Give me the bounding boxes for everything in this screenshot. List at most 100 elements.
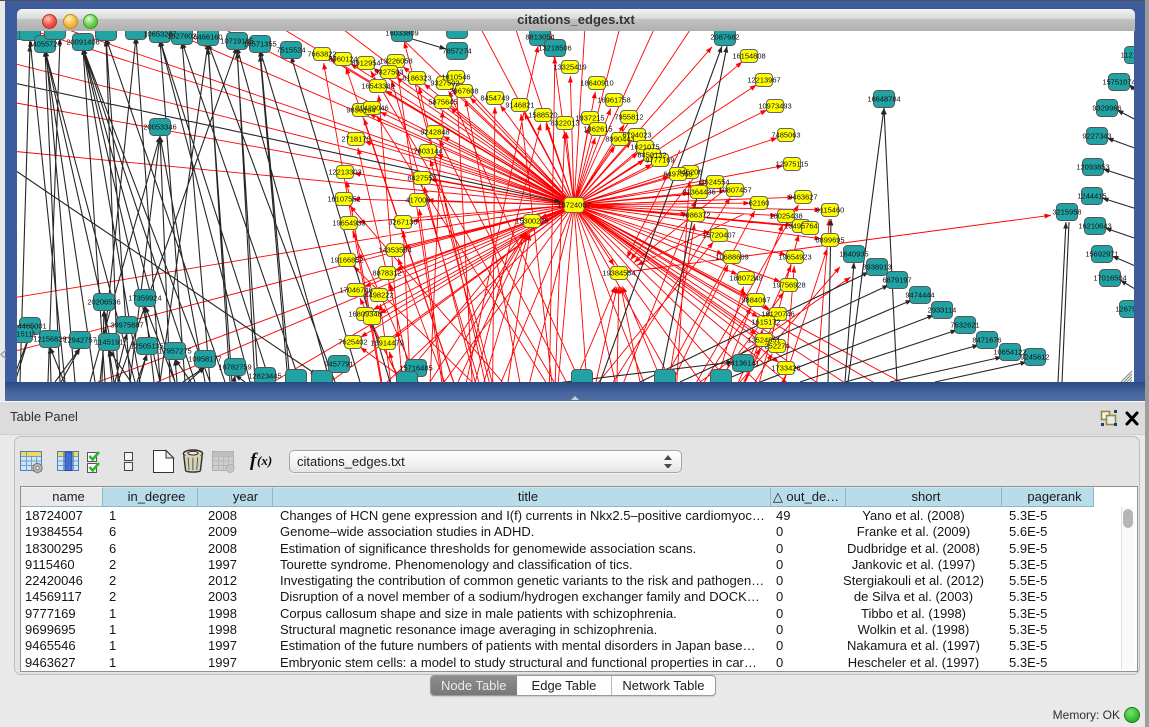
svg-text:8878312: 8878312	[372, 269, 401, 278]
svg-text:12975115: 12975115	[776, 160, 809, 169]
svg-text:6497568: 6497568	[663, 170, 692, 179]
svg-text:13226058: 13226058	[379, 57, 412, 66]
svg-text:12213303: 12213303	[328, 168, 361, 177]
svg-text:16961758: 16961758	[597, 96, 630, 105]
svg-text:15300275: 15300275	[515, 217, 548, 226]
svg-text:9777169: 9777169	[645, 156, 674, 165]
svg-text:10025438: 10025438	[769, 212, 802, 221]
svg-text:9115460: 9115460	[816, 206, 845, 215]
svg-text:18807249: 18807249	[729, 274, 762, 283]
svg-text:16571355: 16571355	[243, 40, 276, 49]
svg-text:7803144: 7803144	[413, 147, 442, 156]
svg-text:3267130: 3267130	[388, 218, 417, 227]
svg-text:9245612: 9245612	[1020, 353, 1049, 362]
svg-text:15692971: 15692971	[1085, 250, 1118, 259]
svg-text:1121218: 1121218	[1121, 51, 1134, 60]
svg-text:21420046: 21420046	[355, 104, 388, 113]
svg-text:16210643: 16210643	[1078, 222, 1111, 231]
svg-text:13495764: 13495764	[784, 222, 817, 231]
svg-text:1267531: 1267531	[1115, 305, 1134, 314]
svg-text:7632621: 7632621	[950, 321, 979, 330]
svg-text:14353594: 14353594	[378, 246, 411, 255]
svg-text:6899695: 6899695	[815, 236, 844, 245]
svg-text:12213967: 12213967	[747, 76, 780, 85]
svg-text:16543382: 16543382	[361, 82, 394, 91]
svg-text:7857274: 7857274	[442, 47, 471, 56]
svg-text:12093853: 12093853	[1076, 163, 1109, 172]
svg-text:10958177: 10958177	[188, 355, 221, 364]
svg-text:9146821: 9146821	[505, 101, 534, 110]
svg-text:12156829: 12156829	[33, 335, 66, 344]
svg-text:7625402: 7625402	[338, 338, 367, 347]
svg-text:8938913: 8938913	[862, 263, 891, 272]
svg-text:7986372: 7986372	[681, 211, 710, 220]
svg-text:2967608: 2967608	[449, 87, 478, 96]
svg-text:7485063: 7485063	[771, 131, 800, 140]
svg-text:7955812: 7955812	[614, 113, 643, 122]
svg-text:18724007: 18724007	[557, 201, 590, 210]
svg-text:10688609: 10688609	[715, 253, 748, 262]
svg-text:1244415: 1244415	[1077, 192, 1106, 201]
svg-text:10807457: 10807457	[718, 186, 751, 195]
svg-text:6466160: 6466160	[193, 33, 222, 42]
svg-text:16782759: 16782759	[218, 363, 251, 372]
svg-text:1615172: 1615172	[751, 318, 780, 327]
svg-text:19654933: 19654933	[332, 219, 365, 228]
svg-text:17016504: 17016504	[1093, 274, 1126, 283]
svg-text:8427552: 8427552	[407, 174, 436, 183]
svg-text:24055724: 24055724	[28, 40, 61, 49]
svg-text:2087682: 2087682	[710, 33, 739, 42]
svg-text:1527602: 1527602	[167, 32, 196, 41]
svg-text:19384554: 19384554	[602, 269, 635, 278]
svg-text:19654923: 19654923	[778, 253, 811, 262]
svg-text:13218506: 13218506	[538, 44, 571, 53]
svg-text:9474444: 9474444	[905, 291, 934, 300]
svg-text:13325419: 13325419	[553, 63, 586, 72]
svg-text:1810546: 1810546	[441, 73, 470, 82]
svg-text:9463627: 9463627	[788, 193, 817, 202]
svg-text:8912954: 8912954	[351, 59, 380, 68]
svg-text:8471676: 8471676	[972, 336, 1001, 345]
svg-text:1733426: 1733426	[771, 364, 800, 373]
svg-text:62160: 62160	[749, 199, 770, 208]
svg-text:9457791: 9457791	[324, 360, 353, 369]
svg-text:18640910: 18640910	[580, 79, 613, 88]
svg-text:1145191: 1145191	[95, 338, 124, 347]
svg-text:15720407: 15720407	[702, 231, 735, 240]
svg-text:20091406: 20091406	[66, 38, 99, 47]
svg-text:9329966: 9329966	[1092, 104, 1121, 113]
svg-text:16107552: 16107552	[327, 195, 360, 204]
svg-text:9227343: 9227343	[1082, 132, 1111, 141]
svg-text:9242848: 9242848	[420, 128, 449, 137]
svg-text:1937215: 1937215	[575, 114, 604, 123]
svg-text:14136141: 14136141	[726, 359, 759, 368]
svg-text:15751074: 15751074	[1102, 78, 1134, 87]
svg-text:252274: 252274	[764, 342, 789, 351]
svg-text:9884067: 9884067	[741, 296, 770, 305]
svg-text:4498222: 4498222	[364, 291, 393, 300]
svg-text:417006: 417006	[405, 196, 430, 205]
svg-text:19756928: 19756928	[772, 281, 805, 290]
svg-text:12942757: 12942757	[63, 336, 96, 345]
svg-text:20206536: 20206536	[87, 298, 120, 307]
svg-text:9327503: 9327503	[374, 68, 403, 77]
svg-text:5875645: 5875645	[428, 98, 457, 107]
svg-text:21364436: 21364436	[682, 188, 715, 197]
svg-text:3215958: 3215958	[1052, 208, 1081, 217]
svg-text:(x): (x)	[257, 453, 272, 468]
svg-text:6794023: 6794023	[622, 131, 651, 140]
svg-text:1640935: 1640935	[839, 250, 868, 259]
svg-text:12823445: 12823445	[248, 372, 281, 381]
svg-text:1362615: 1362615	[583, 125, 612, 134]
svg-text:17957275: 17957275	[158, 347, 191, 356]
svg-text:16648784: 16648784	[867, 95, 900, 104]
svg-text:7515524: 7515524	[276, 46, 305, 55]
svg-text:8186323: 8186323	[402, 74, 431, 83]
svg-text:19166852: 19166852	[330, 256, 363, 265]
svg-text:8813054: 8813054	[525, 33, 554, 42]
svg-text:16154808: 16154808	[732, 52, 765, 61]
svg-text:39975887: 39975887	[110, 321, 143, 330]
svg-text:20053346: 20053346	[143, 123, 176, 132]
svg-text:16033809: 16033809	[385, 31, 418, 38]
svg-text:15716485: 15716485	[399, 364, 432, 373]
